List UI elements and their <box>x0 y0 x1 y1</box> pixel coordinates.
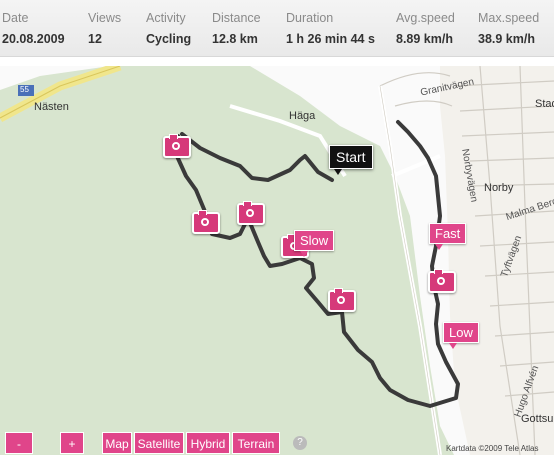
stat-views-value: 12 <box>88 32 102 46</box>
stat-max-speed-value: 38.9 km/h <box>478 32 535 46</box>
stat-duration-value: 1 h 26 min 44 s <box>286 32 375 46</box>
stat-date-header: Date <box>2 11 29 25</box>
zoom-out-button[interactable]: - <box>5 432 33 454</box>
fast-marker[interactable]: Fast <box>429 223 467 250</box>
stat-avg-speed-header: Avg.speed <box>396 11 455 25</box>
stat-views-header: Views <box>88 11 122 25</box>
zoom-in-button[interactable]: + <box>60 432 84 454</box>
place-gottsunda: Gottsun <box>521 413 554 425</box>
trip-stats-bar: Date 20.08.2009 Views 12 Activity Cyclin… <box>0 0 554 57</box>
help-icon[interactable]: ? <box>293 436 307 450</box>
stat-distance-header: Distance <box>212 11 261 25</box>
photo-marker-camera-icon[interactable] <box>192 210 220 234</box>
map-canvas <box>0 66 554 455</box>
place-stadion: Stad <box>535 98 554 110</box>
stat-activity-header: Activity <box>146 11 186 25</box>
place-haga: Häga <box>289 110 316 122</box>
start-marker[interactable]: Start <box>329 145 373 175</box>
low-marker[interactable]: Low <box>443 322 479 349</box>
stat-avg-speed-value: 8.89 km/h <box>396 32 453 46</box>
place-nasten: Nästen <box>34 101 69 113</box>
map-copyright: Kartdata ©2009 Tele Atlas <box>446 444 539 453</box>
road-number-label: 55 <box>20 85 29 94</box>
route-map[interactable]: 55 Nästen Häga Norby Stad Gottsun Granit… <box>0 66 554 455</box>
stat-distance-value: 12.8 km <box>212 32 258 46</box>
photo-marker-camera-icon[interactable] <box>237 201 265 225</box>
photo-marker-camera-icon[interactable] <box>163 134 191 158</box>
map-type-hybrid-button[interactable]: Hybrid <box>186 432 230 454</box>
stat-activity-value: Cycling <box>146 32 192 46</box>
stat-duration-header: Duration <box>286 11 334 25</box>
slow-marker[interactable]: Slow <box>294 230 335 257</box>
stat-max-speed-header: Max.speed <box>478 11 540 25</box>
map-type-map-button[interactable]: Map <box>102 432 132 454</box>
stat-date-value: 20.08.2009 <box>2 32 65 46</box>
map-type-terrain-button[interactable]: Terrain <box>232 432 280 454</box>
map-type-satellite-button[interactable]: Satellite <box>134 432 184 454</box>
photo-marker-camera-icon[interactable] <box>428 269 456 293</box>
photo-marker-camera-icon[interactable] <box>328 288 356 312</box>
place-norby: Norby <box>484 182 514 194</box>
